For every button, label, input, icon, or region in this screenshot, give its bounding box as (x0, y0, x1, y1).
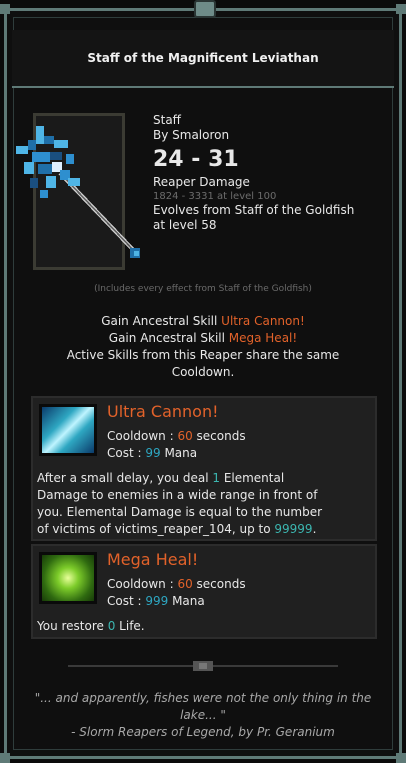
card-cost: Cost : 99 Mana (107, 446, 197, 460)
cost-value: 99 (145, 446, 161, 460)
quote-attribution: - Slorm Reapers of Legend, by Pr. Gerani… (71, 725, 335, 739)
desc-text: You restore (37, 619, 108, 633)
corner-bl (0, 753, 10, 763)
desc-value: 1 (212, 471, 220, 485)
desc-text: . (312, 522, 317, 536)
ornament-divider (68, 661, 338, 671)
cost-unit: Mana (168, 594, 205, 608)
includes-note: (Includes every effect from Staff of the… (94, 284, 312, 294)
cooldown-label: Cooldown : (107, 577, 178, 591)
cooldown-value: 60 (177, 429, 193, 443)
desc-line: Damage to enemies in a wide range in fro… (37, 488, 318, 502)
damage-type: Reaper Damage (153, 175, 250, 189)
skill-card-mega-heal: Mega Heal! Cooldown : 60 seconds Cost : … (31, 544, 377, 639)
skill-line-2: Gain Ancestral Skill Mega Heal! (12, 330, 394, 347)
damage-at-level: 1824 - 3331 at level 100 (153, 191, 277, 202)
item-info: Staff By Smaloron 24 - 31 Reaper Damage … (153, 113, 393, 233)
title-bar: Staff of the Magnificent Leviathan (12, 30, 394, 88)
desc-text: After a small delay, you deal (37, 471, 213, 485)
top-gem-ornament (194, 0, 216, 18)
damage-range: 24 - 31 (153, 147, 239, 172)
desc-line: You restore 0 Life. (37, 618, 371, 635)
cost-unit: Mana (160, 446, 198, 460)
card-cooldown: Cooldown : 60 seconds (107, 577, 246, 591)
skill-name-ultra-cannon: Ultra Cannon! (221, 314, 305, 328)
cooldown-unit: seconds (192, 577, 246, 591)
card-title: Ultra Cannon! (107, 402, 219, 421)
evolves-from: Evolves from Staff of the Goldfish (153, 203, 355, 217)
desc-line: you. Elemental Damage is equal to the nu… (37, 505, 323, 519)
corner-tl (0, 4, 10, 14)
card-description: You restore 0 Life. (37, 618, 371, 635)
mega-heal-icon (39, 552, 97, 604)
skills-summary: Gain Ancestral Skill Ultra Cannon! Gain … (12, 313, 394, 381)
desc-line: of victims of victims_reaper_104, up to … (37, 521, 371, 538)
card-cost: Cost : 999 Mana (107, 594, 205, 608)
quote-line: lake... " (180, 708, 226, 722)
cooldown-unit: seconds (192, 429, 246, 443)
desc-text: Elemental (220, 471, 285, 485)
item-type: Staff (153, 113, 181, 127)
staff-icon (16, 126, 140, 258)
desc-text: Life. (115, 619, 145, 633)
skill-line-2-prefix: Gain Ancestral Skill (108, 331, 229, 345)
skill-line-3: Active Skills from this Reaper share the… (66, 348, 340, 362)
desc-line: After a small delay, you deal 1 Elementa… (37, 470, 371, 487)
card-cooldown: Cooldown : 60 seconds (107, 429, 246, 443)
item-title: Staff of the Magnificent Leviathan (87, 51, 319, 65)
skill-line-1: Gain Ancestral Skill Ultra Cannon! (12, 313, 394, 330)
corner-br (396, 753, 406, 763)
cooldown-label: Cooldown : (107, 429, 178, 443)
card-title: Mega Heal! (107, 550, 199, 569)
desc-text: of victims of victims_reaper_104, up to (37, 522, 275, 536)
skill-line-1-prefix: Gain Ancestral Skill (101, 314, 222, 328)
cost-value: 999 (145, 594, 169, 608)
desc-value: 99999 (274, 522, 313, 536)
ultra-cannon-icon (39, 404, 97, 456)
skill-name-mega-heal: Mega Heal! (228, 331, 298, 345)
flavor-quote: "... and apparently, fishes were not the… (12, 690, 394, 741)
cost-label: Cost : (107, 594, 146, 608)
cooldown-value: 60 (177, 577, 193, 591)
skill-card-ultra-cannon: Ultra Cannon! Cooldown : 60 seconds Cost… (31, 396, 377, 541)
corner-tr (396, 4, 406, 14)
card-description: After a small delay, you deal 1 Elementa… (37, 470, 371, 538)
skill-line-4: Cooldown. (171, 365, 235, 379)
cost-label: Cost : (107, 446, 146, 460)
item-author: By Smaloron (153, 128, 230, 142)
quote-line: "... and apparently, fishes were not the… (34, 691, 372, 705)
evolves-level: at level 58 (153, 218, 217, 232)
